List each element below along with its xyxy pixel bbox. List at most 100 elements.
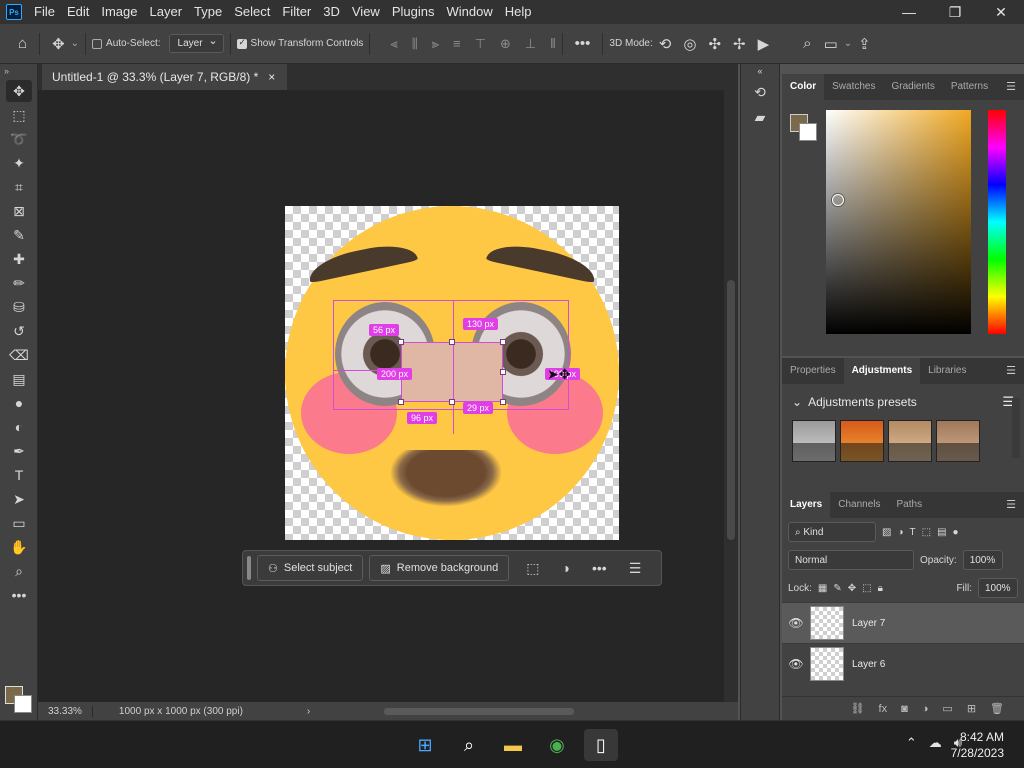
transform-handle[interactable] <box>398 339 404 345</box>
distribute-vertical-icon[interactable]: ⫴ <box>550 36 555 52</box>
opacity-input[interactable]: 100% <box>962 550 1003 570</box>
document-canvas[interactable]: 56 px 130 px 200 px 199 px 96 px 29 px ➤… <box>285 206 619 540</box>
more-options-icon[interactable]: ••• <box>575 35 591 52</box>
history-brush-tool-icon[interactable]: ↺ <box>6 320 32 342</box>
panel-menu-icon[interactable]: ☰ <box>1006 498 1016 511</box>
filter-type-icon[interactable]: T <box>910 527 916 538</box>
close-window-button[interactable]: ✕ <box>978 0 1024 24</box>
transform-handle[interactable] <box>449 339 455 345</box>
menu-type[interactable]: Type <box>188 0 228 24</box>
preset-thumbnail[interactable] <box>888 420 932 462</box>
align-right-icon[interactable]: ⫸ <box>432 36 439 52</box>
menu-help[interactable]: Help <box>499 0 538 24</box>
filter-pixel-icon[interactable]: ▨ <box>882 527 891 538</box>
close-tab-icon[interactable]: × <box>268 64 275 90</box>
visibility-eye-icon[interactable]: 👁︎ <box>782 657 810 671</box>
adjustments-presets-header[interactable]: ⌄ Adjustments presets ☰ <box>782 384 1024 420</box>
chrome-icon[interactable]: ◉ <box>540 729 574 761</box>
scale-3d-icon[interactable]: ▶ <box>758 35 770 53</box>
tab-libraries[interactable]: Libraries <box>920 358 974 384</box>
lock-transparency-icon[interactable]: ▦ <box>818 583 827 594</box>
drag-handle[interactable] <box>247 556 251 580</box>
transform-handle[interactable] <box>398 399 404 405</box>
panel-menu-icon[interactable]: ☰ <box>1006 364 1016 377</box>
start-icon[interactable]: ⊞ <box>408 729 442 761</box>
transform-handle[interactable] <box>500 399 506 405</box>
lock-position-icon[interactable]: ✥ <box>848 583 856 594</box>
canvas-area[interactable]: 56 px 130 px 200 px 199 px 96 px 29 px ➤… <box>38 90 724 702</box>
menu-window[interactable]: Window <box>440 0 498 24</box>
align-middle-icon[interactable]: ⊕ <box>500 36 511 52</box>
document-tab[interactable]: Untitled-1 @ 33.3% (Layer 7, RGB/8) * × <box>42 64 288 90</box>
transform-handle[interactable] <box>500 339 506 345</box>
edit-toolbar-icon[interactable]: ••• <box>6 584 32 606</box>
color-picker-ring[interactable] <box>832 194 844 206</box>
scrollbar[interactable] <box>1012 398 1020 458</box>
chevron-down-icon[interactable]: ⌄ <box>792 395 802 409</box>
healing-brush-tool-icon[interactable]: ✚ <box>6 248 32 270</box>
transform-handle[interactable] <box>449 399 455 405</box>
transform-box[interactable] <box>401 342 503 402</box>
menu-filter[interactable]: Filter <box>276 0 317 24</box>
align-bottom-icon[interactable]: ⊥ <box>525 36 536 52</box>
marquee-tool-icon[interactable]: ⬚ <box>6 104 32 126</box>
menu-view[interactable]: View <box>346 0 386 24</box>
layer-row[interactable]: 👁︎ Layer 6 <box>782 643 1024 684</box>
chevron-down-icon[interactable]: ⌄ <box>844 38 852 49</box>
menu-edit[interactable]: Edit <box>61 0 95 24</box>
more-icon[interactable]: ••• <box>592 560 607 576</box>
workspace-icon[interactable]: ▭ <box>824 35 838 53</box>
eraser-tool-icon[interactable]: ⌫ <box>6 344 32 366</box>
filter-toggle-icon[interactable]: ● <box>953 527 959 538</box>
crop-tool-icon[interactable]: ⌗ <box>6 176 32 198</box>
filter-smart-object-icon[interactable]: ▤ <box>937 527 946 538</box>
pen-tool-icon[interactable]: ✒ <box>6 440 32 462</box>
orbit-3d-icon[interactable]: ⟲ <box>659 35 672 53</box>
menu-plugins[interactable]: Plugins <box>386 0 441 24</box>
menu-select[interactable]: Select <box>228 0 276 24</box>
fill-input[interactable]: 100% <box>978 578 1018 598</box>
auto-select-check[interactable] <box>92 38 103 49</box>
vertical-scrollbar[interactable] <box>724 90 738 702</box>
frame-tool-icon[interactable]: ⊠ <box>6 200 32 222</box>
tab-patterns[interactable]: Patterns <box>943 74 996 100</box>
collapse-panels-icon[interactable]: « <box>741 66 779 76</box>
drag-3d-icon[interactable]: ✣ <box>708 35 721 53</box>
menu-layer[interactable]: Layer <box>144 0 189 24</box>
new-group-icon[interactable]: ▭ <box>942 702 952 715</box>
lock-all-icon[interactable]: 🔒︎ <box>878 583 883 594</box>
brush-tool-icon[interactable]: ✏ <box>6 272 32 294</box>
path-selection-tool-icon[interactable]: ➤ <box>6 488 32 510</box>
chevron-up-icon[interactable]: ⌃ <box>906 735 917 751</box>
align-center-icon[interactable]: ⫼ <box>412 36 418 52</box>
add-mask-icon[interactable]: ◙ <box>901 703 908 715</box>
menu-3d[interactable]: 3D <box>317 0 346 24</box>
align-left-icon[interactable]: ⫷ <box>390 36 397 52</box>
preset-thumbnail[interactable] <box>936 420 980 462</box>
home-icon[interactable]: ⌂ <box>18 35 27 52</box>
menu-file[interactable]: File <box>28 0 61 24</box>
minimize-button[interactable]: — <box>886 0 932 24</box>
preset-thumbnail[interactable] <box>840 420 884 462</box>
network-icon[interactable]: ☁ <box>929 735 942 751</box>
magic-wand-tool-icon[interactable]: ✦ <box>6 152 32 174</box>
adjustment-icon[interactable]: ◑ <box>562 560 570 576</box>
zoom-level[interactable]: 33.33% <box>38 705 93 717</box>
new-layer-icon[interactable]: ⊞ <box>967 702 976 715</box>
clone-stamp-tool-icon[interactable]: ⛁ <box>6 296 32 318</box>
share-icon[interactable]: ⇪ <box>858 35 871 53</box>
background-color-swatch[interactable] <box>14 695 32 713</box>
clock[interactable]: 8:42 AM 7/28/2023 <box>951 729 1004 761</box>
tab-layers[interactable]: Layers <box>782 492 831 518</box>
horizontal-scrollbar[interactable] <box>286 706 716 716</box>
hand-tool-icon[interactable]: ✋ <box>6 536 32 558</box>
show-transform-checkbox[interactable]: Show Transform Controls <box>236 37 363 49</box>
background-color-swatch[interactable] <box>799 123 817 141</box>
move-tool-icon[interactable]: ✥ <box>6 80 32 102</box>
gradient-tool-icon[interactable]: ▤ <box>6 368 32 390</box>
tab-adjustments[interactable]: Adjustments <box>843 358 921 384</box>
align-top-icon[interactable]: ⊤ <box>475 36 486 52</box>
dodge-tool-icon[interactable]: ◐ <box>6 416 32 438</box>
search-icon[interactable]: ⌕ <box>452 729 486 761</box>
rectangle-tool-icon[interactable]: ▭ <box>6 512 32 534</box>
